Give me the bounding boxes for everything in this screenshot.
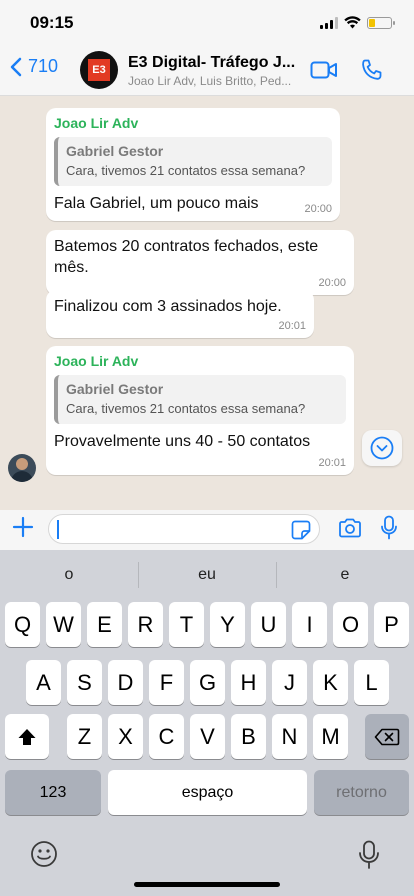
attach-button[interactable] [12,516,34,542]
shift-icon [18,728,36,745]
message-time: 20:00 [318,276,346,289]
message-bubble[interactable]: Finalizou com 3 assinados hoje. 20:01 [46,290,314,338]
status-time: 09:15 [30,13,74,32]
return-key[interactable]: retorno [314,770,409,815]
key-y[interactable]: Y [210,602,245,647]
text-caret [57,520,59,539]
key-r[interactable]: R [128,602,163,647]
camera-icon [339,518,361,538]
battery-level [369,18,376,27]
key-e[interactable]: E [87,602,122,647]
numbers-key[interactable]: 123 [5,770,101,815]
sticker-icon [291,520,311,540]
quoted-message[interactable]: Gabriel Gestor Cara, tivemos 21 contatos… [54,375,346,424]
group-title: E3 Digital- Tráfego J... [128,54,296,71]
microphone-icon [359,840,379,869]
key-w[interactable]: W [46,602,81,647]
chat-area[interactable]: Joao Lir Adv Gabriel Gestor Cara, tivemo… [0,96,414,510]
key-h[interactable]: H [231,660,266,705]
camera-button[interactable] [338,518,362,543]
key-j[interactable]: J [272,660,307,705]
key-z[interactable]: Z [67,714,102,759]
sticker-button[interactable] [291,520,311,545]
key-u[interactable]: U [251,602,286,647]
group-logo: E3 [88,59,110,81]
chevron-down-circle-icon [370,436,394,460]
suggestion-item[interactable]: e [276,566,414,584]
key-v[interactable]: V [190,714,225,759]
emoji-keyboard-button[interactable] [30,840,58,873]
keyboard: o eu e Q W E R T Y U I O P A S D F G H J… [0,550,414,896]
status-icons [320,16,395,29]
scroll-to-bottom-button[interactable] [362,430,402,466]
key-m[interactable]: M [313,714,348,759]
key-x[interactable]: X [108,714,143,759]
battery-icon [367,16,395,29]
key-i[interactable]: I [292,602,327,647]
message-sender: Joao Lir Adv [54,353,139,369]
message-time: 20:01 [318,456,346,469]
quote-text: Cara, tivemos 21 contatos essa semana? [66,163,306,178]
video-call-icon [310,61,337,79]
dictation-button[interactable] [358,840,380,875]
quote-text: Cara, tivemos 21 contatos essa semana? [66,401,306,416]
group-avatar[interactable]: E3 [80,51,118,89]
message-text: Provavelmente uns 40 - 50 contatos [54,433,311,450]
key-g[interactable]: G [190,660,225,705]
group-members: Joao Lir Adv, Luis Britto, Ped... [128,74,292,88]
voice-call-button[interactable] [360,58,384,87]
microphone-icon [381,515,397,540]
video-call-button[interactable] [310,60,338,85]
key-q[interactable]: Q [5,602,40,647]
key-n[interactable]: N [272,714,307,759]
sender-avatar[interactable] [8,454,36,482]
key-b[interactable]: B [231,714,266,759]
predictive-bar: o eu e [0,550,414,600]
backspace-icon [374,728,400,745]
voice-message-button[interactable] [380,515,398,546]
status-bar: 09:15 [0,0,414,46]
key-t[interactable]: T [169,602,204,647]
message-time: 20:01 [278,319,306,332]
cellular-signal-icon [320,16,338,29]
quote-author: Gabriel Gestor [66,381,164,397]
backspace-key[interactable] [365,714,409,759]
key-s[interactable]: S [67,660,102,705]
message-text: Batemos 20 contratos fechados, este mês. [54,238,319,276]
message-bubble[interactable]: Batemos 20 contratos fechados, este mês.… [46,230,354,295]
chat-header: 710 E3 E3 Digital- Tráfego J... Joao Lir… [0,46,414,96]
key-a[interactable]: A [26,660,61,705]
shift-key[interactable] [5,714,49,759]
emoji-icon [31,841,57,867]
key-d[interactable]: D [108,660,143,705]
home-indicator[interactable] [134,882,280,887]
phone-icon [362,59,382,80]
message-text: Fala Gabriel, um pouco mais [54,195,259,212]
key-f[interactable]: F [149,660,184,705]
chevron-left-icon [10,57,22,76]
quote-author: Gabriel Gestor [66,143,164,159]
wifi-icon [344,16,361,29]
unread-count: 710 [28,56,59,76]
plus-icon [12,516,34,538]
key-l[interactable]: L [354,660,389,705]
suggestion-item[interactable]: eu [138,566,276,584]
key-c[interactable]: C [149,714,184,759]
message-input-bar [0,510,414,550]
message-bubble[interactable]: Joao Lir Adv Gabriel Gestor Cara, tivemo… [46,108,340,221]
message-sender: Joao Lir Adv [54,115,139,131]
message-input[interactable] [48,514,320,544]
key-k[interactable]: K [313,660,348,705]
back-button[interactable]: 710 [10,56,58,77]
quoted-message[interactable]: Gabriel Gestor Cara, tivemos 21 contatos… [54,137,332,186]
message-text: Finalizou com 3 assinados hoje. [54,298,282,315]
key-p[interactable]: P [374,602,409,647]
key-o[interactable]: O [333,602,368,647]
message-bubble[interactable]: Joao Lir Adv Gabriel Gestor Cara, tivemo… [46,346,354,475]
space-key[interactable]: espaço [108,770,307,815]
message-time: 20:00 [304,202,332,215]
suggestion-item[interactable]: o [0,566,138,584]
group-info[interactable]: E3 Digital- Tráfego J... Joao Lir Adv, L… [128,54,303,88]
